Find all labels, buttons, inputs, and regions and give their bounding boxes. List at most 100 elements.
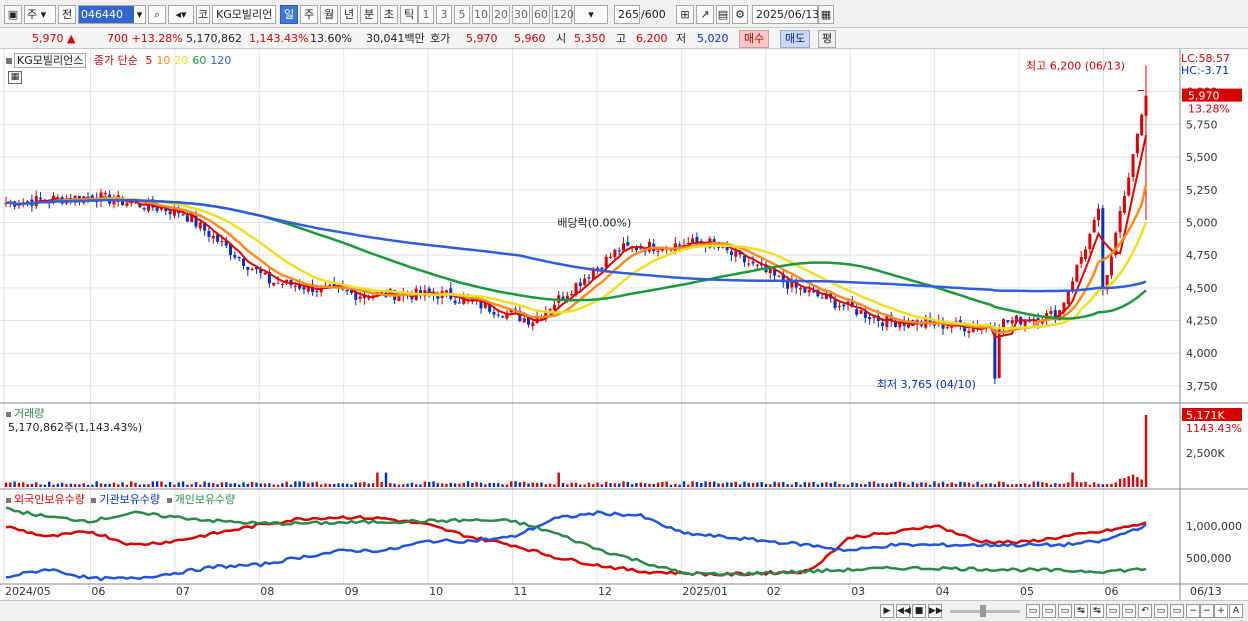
code-dropdown-icon[interactable]: ▾ [134,5,146,24]
volume-bar [700,483,703,487]
interval-button[interactable]: 30 [512,5,530,24]
volume-bar [302,481,306,487]
volume-bar [484,484,487,487]
calculator-icon[interactable]: ▦ [8,71,22,84]
period-tab[interactable]: 분 [360,5,378,24]
volume-bar [678,484,681,487]
draw-tool-icon[interactable]: ↗ [696,5,714,24]
ma-period-label[interactable]: 5 [145,54,152,67]
interval-button[interactable]: 1 [418,5,434,24]
print-icon[interactable]: ▤ [716,5,730,24]
zoom-slider-handle[interactable] [980,605,986,617]
volume-bar [376,472,379,487]
view-count-input[interactable]: 265 [614,5,640,24]
volume-bar [43,484,47,487]
volume-bar [890,483,893,487]
volume-bar [177,482,180,487]
stock-name-field[interactable]: KG모빌리언 [212,5,276,24]
ma-period-label[interactable]: 60 [192,54,206,67]
volume-bar [203,481,206,487]
period-select[interactable]: 주 ▾ [24,5,56,24]
volume-bar [976,481,979,487]
layout-icon-7[interactable]: ▭ [1122,604,1136,618]
volume-bar [69,483,72,487]
volume-bar [630,484,634,487]
volume-bar [307,483,310,487]
layout-icon-8[interactable]: ▭ [1154,604,1168,618]
search-icon[interactable]: ⌕ [148,5,166,24]
layout-icon-1[interactable]: ▭ [1026,604,1040,618]
zoom-out-icon[interactable]: − [1186,604,1200,618]
volume-bar [885,483,889,487]
layout-icon-4[interactable]: ↹ [1074,604,1088,618]
volume-bar [751,482,755,487]
ma-period-label[interactable]: 120 [210,54,231,67]
calendar-icon[interactable]: ▦ [818,5,834,24]
interval-button[interactable]: 20 [492,5,510,24]
period-tab[interactable]: 월 [320,5,338,24]
ma-period-label[interactable]: 20 [174,54,188,67]
interval-dropdown[interactable]: ▾ [574,5,608,24]
scroll-right-icon[interactable]: ▶ [880,604,894,618]
layout-icon-6[interactable]: ▭ [1106,604,1120,618]
rewind-icon[interactable]: ◀◀ [896,604,911,618]
period-tab[interactable]: 틱 [400,5,418,24]
date-input[interactable]: 2025/06/13 [752,5,819,24]
layout-icon-2[interactable]: ▭ [1042,604,1056,618]
zoom-in-icon[interactable]: + [1214,604,1228,618]
chart-canvas[interactable]: 5,171K1143.43%2,500K 1,000,000500,000 6,… [0,49,1248,600]
zoom-reset-icon[interactable]: − [1200,604,1214,618]
buy-button[interactable]: 매수 [739,30,770,48]
period-tab[interactable]: 주 [300,5,318,24]
speaker-icon[interactable]: ◂▾ [168,5,194,24]
volume-bar [626,481,630,487]
period-tab[interactable]: 일 [280,5,298,24]
layout-icon-3[interactable]: ▭ [1058,604,1072,618]
volume-bar [583,484,586,487]
volume-bar [1136,477,1139,487]
volume-bar [1127,476,1130,487]
y-tick-label: 4,000 [1186,347,1218,360]
market-label: 코 [196,5,210,24]
x-tick-label: 05 [1020,585,1034,598]
interval-button[interactable]: 10 [472,5,490,24]
volume-bar [367,483,370,487]
foreign-holding-legend[interactable]: 외국인보유수량 [14,493,85,506]
layout-icon-9[interactable]: ▭ [1170,604,1184,618]
period-tab[interactable]: 년 [340,5,358,24]
volume-bar [17,482,21,487]
prev-button[interactable]: 전 [58,5,76,24]
volume-bar [212,483,215,487]
period-select-value: 주 [27,8,38,21]
y-tick-label: 4,500 [1186,282,1218,295]
individual-holding-legend[interactable]: 개인보유수량 [175,493,236,506]
volume-bar [605,481,608,487]
eq-button[interactable]: 평 [818,30,836,48]
volume-bar [125,484,129,487]
interval-button[interactable]: 5 [454,5,470,24]
interval-button[interactable]: 3 [436,5,452,24]
window-icon[interactable]: ▣ [4,5,22,24]
volume-bar [600,484,604,487]
layout-icon-5[interactable]: ↹ [1090,604,1104,618]
volume-bar [73,484,77,487]
volume-bar [86,484,90,487]
volume-bar [531,482,535,487]
forward-icon[interactable]: ▶▶ [928,604,943,618]
gear-icon[interactable]: ⚙ [732,5,748,24]
ma-period-label[interactable]: 10 [156,54,170,67]
period-tab[interactable]: 초 [380,5,398,24]
institution-holding-legend[interactable]: 기관보유수량 [99,493,160,506]
price-legend-stock[interactable]: KG모빌리언스 [14,53,87,68]
volume-bar [91,484,94,487]
interval-button[interactable]: 60 [532,5,550,24]
stop-icon[interactable]: ■ [912,604,926,618]
font-size-icon[interactable]: A [1229,604,1243,618]
undo-icon[interactable]: ↶ [1138,604,1152,618]
volume-bar [1023,483,1027,487]
interval-button[interactable]: 120 [552,5,574,24]
grid-tool-icon[interactable]: ⊞ [676,5,694,24]
sell-button[interactable]: 매도 [780,30,811,48]
volume-bar [475,482,478,487]
volume-bar [255,482,258,487]
